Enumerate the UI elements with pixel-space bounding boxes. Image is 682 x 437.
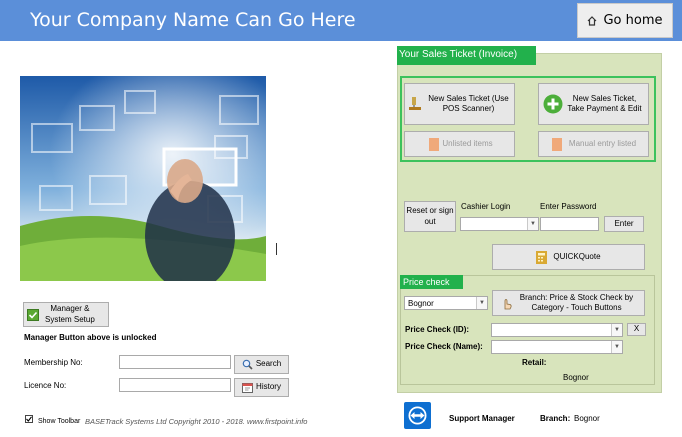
search-label: Search — [255, 359, 282, 369]
checkmark-icon — [27, 308, 39, 321]
hero-image — [20, 76, 266, 281]
price-check-name-label: Price Check (Name): — [405, 342, 483, 351]
branch-select-value: Bognor — [408, 299, 434, 308]
clear-price-check-label: X — [633, 324, 640, 334]
chevron-down-icon: ▼ — [476, 297, 487, 309]
manager-setup-button[interactable]: Manager & System Setup — [23, 302, 109, 327]
licence-label: Licence No: — [24, 381, 67, 390]
history-icon — [242, 382, 254, 393]
unlisted-items-button[interactable]: Unlisted items — [404, 131, 515, 157]
manager-status-text: Manager Button above is unlocked — [24, 333, 157, 342]
price-check-name-select[interactable]: ▼ — [491, 340, 623, 354]
manual-entry-label: Manual entry listed — [568, 138, 637, 148]
go-home-label: Go home — [603, 13, 663, 28]
membership-label: Membership No: — [24, 358, 83, 367]
unlisted-items-label: Unlisted items — [442, 138, 493, 148]
branch-select[interactable]: Bognor ▼ — [404, 296, 488, 310]
scanner-icon — [409, 97, 421, 111]
manual-entry-button[interactable]: Manual entry listed — [538, 131, 649, 157]
teamviewer-icon[interactable] — [404, 402, 431, 429]
new-sales-ticket-pos-label: New Sales Ticket (Use POS Scanner) — [428, 93, 509, 113]
branch-price-stock-label: Branch: Price & Stock Check by Category … — [519, 292, 634, 312]
enter-button[interactable]: Enter — [604, 216, 644, 232]
home-icon — [587, 15, 597, 26]
copyright-text: BASETrack Systems Ltd Copyright 2010 - 2… — [85, 417, 308, 426]
history-button[interactable]: History — [234, 378, 289, 397]
touch-icon — [501, 298, 513, 310]
retail-value: Bognor — [563, 373, 589, 382]
retail-label: Retail: — [522, 358, 547, 367]
search-icon — [242, 359, 253, 370]
new-sales-ticket-payment-button[interactable]: New Sales Ticket, Take Payment & Edit — [538, 83, 649, 125]
chevron-down-icon: ▼ — [611, 324, 622, 336]
cashier-select[interactable]: ▼ — [460, 217, 539, 231]
password-label: Enter Password — [540, 202, 597, 211]
clear-price-check-button[interactable]: X — [627, 323, 646, 336]
price-check-id-select[interactable]: ▼ — [491, 323, 623, 337]
box-icon — [429, 138, 439, 151]
support-manager-label: Support Manager — [449, 414, 515, 423]
chevron-down-icon: ▼ — [611, 341, 622, 353]
membership-input[interactable] — [119, 355, 231, 369]
new-sales-ticket-payment-label: New Sales Ticket, Take Payment & Edit — [567, 93, 642, 113]
checkmark-icon — [26, 416, 32, 422]
quickquote-label: QUICKQuote — [553, 251, 601, 261]
price-check-title: Price check — [400, 275, 463, 289]
calculator-icon — [536, 250, 548, 264]
cashier-login-label: Cashier Login — [461, 202, 511, 211]
password-input[interactable] — [540, 217, 599, 231]
sales-ticket-title: Your Sales Ticket (Invoice) — [397, 46, 536, 65]
licence-input[interactable] — [119, 378, 231, 392]
quickquote-button[interactable]: QUICKQuote — [492, 244, 645, 270]
reset-sign-out-button[interactable]: Reset or sign out — [404, 201, 456, 232]
footer-branch-value: Bognor — [574, 414, 600, 423]
text-caret — [276, 243, 277, 255]
plus-icon — [543, 94, 563, 114]
go-home-button[interactable]: Go home — [577, 3, 673, 38]
company-title: Your Company Name Can Go Here — [30, 9, 356, 31]
branch-price-stock-button[interactable]: Branch: Price & Stock Check by Category … — [492, 290, 645, 316]
history-label: History — [256, 382, 281, 392]
manager-setup-label: Manager & System Setup — [45, 304, 95, 324]
show-toolbar-label: Show Toolbar — [38, 418, 81, 425]
chevron-down-icon: ▼ — [527, 218, 538, 230]
enter-label: Enter — [614, 218, 634, 228]
reset-sign-out-label: Reset or sign out — [406, 206, 454, 226]
search-button[interactable]: Search — [234, 355, 289, 374]
price-check-id-label: Price Check (ID): — [405, 325, 470, 334]
new-sales-ticket-pos-button[interactable]: New Sales Ticket (Use POS Scanner) — [404, 83, 515, 125]
show-toolbar-checkbox[interactable] — [25, 415, 33, 423]
footer-branch-label: Branch: — [540, 414, 571, 423]
box-icon — [552, 138, 562, 151]
